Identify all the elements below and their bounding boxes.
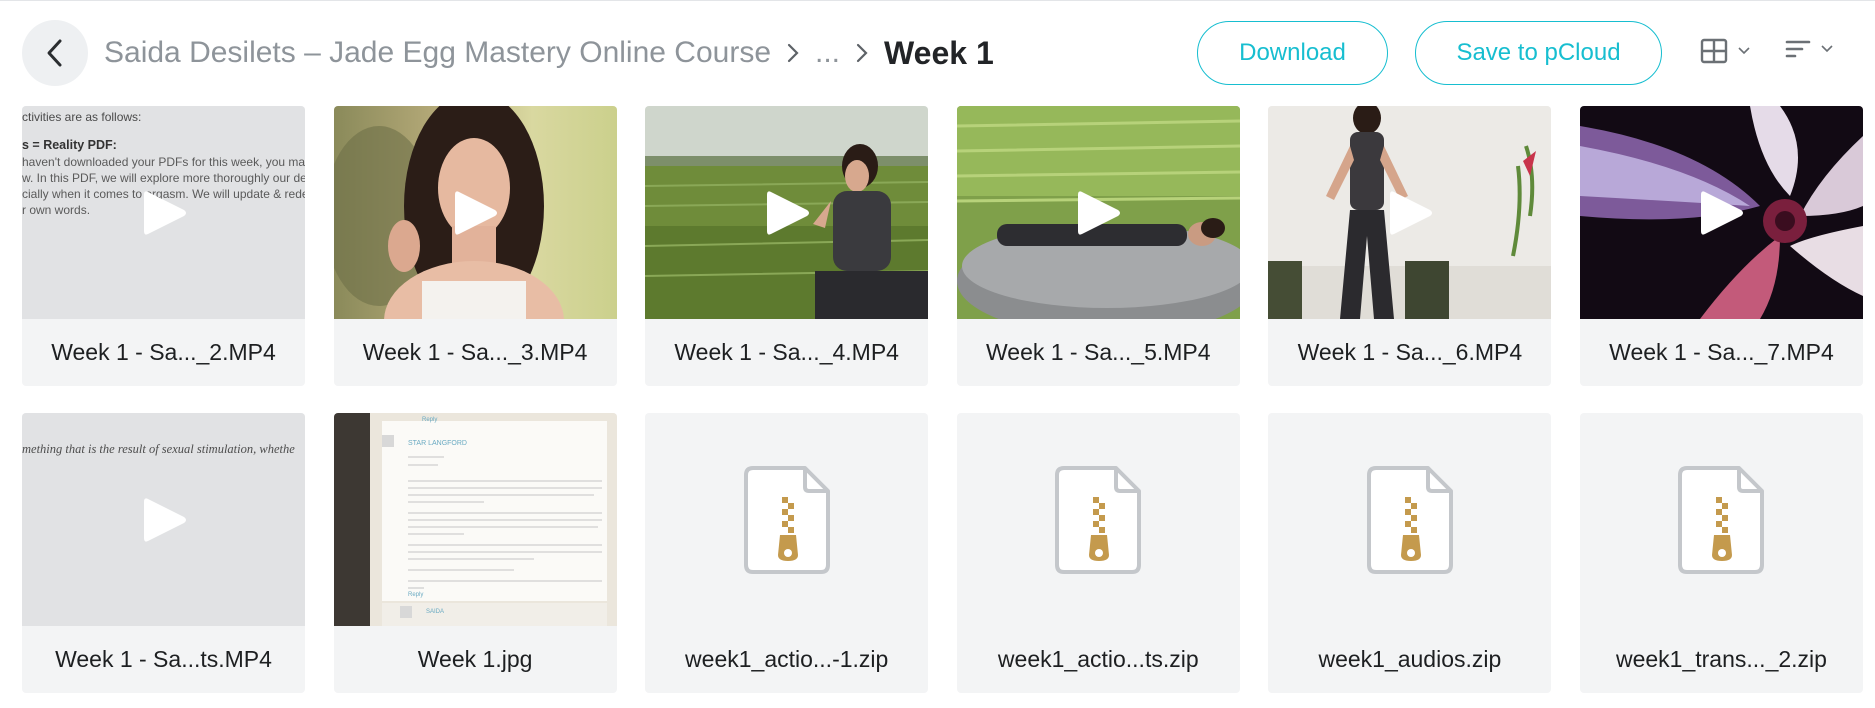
thumb-text: ctivities are as follows:	[22, 110, 141, 124]
file-name: Week 1 - Sa..._6.MP4	[1297, 339, 1523, 365]
thumb-text: haven't downloaded your PDFs for this we…	[22, 155, 305, 169]
chevron-down-icon	[1821, 45, 1833, 53]
grid-view-icon	[1700, 38, 1728, 64]
thumb-text: Reply	[422, 417, 437, 423]
save-to-pcloud-button[interactable]: Save to pCloud	[1415, 21, 1662, 85]
chevron-down-icon	[1738, 47, 1750, 55]
breadcrumb-root[interactable]: Saida Desilets – Jade Egg Mastery Online…	[104, 36, 771, 70]
play-icon	[143, 190, 186, 235]
play-icon	[766, 190, 809, 235]
play-icon	[143, 497, 186, 542]
file-card[interactable]: week1_actio...ts.zip	[956, 413, 1240, 693]
back-button[interactable]	[22, 20, 88, 86]
play-icon	[1078, 190, 1121, 235]
header-bar: Saida Desilets – Jade Egg Mastery Online…	[0, 0, 1875, 104]
video-thumbnail: mething that is the result of sexual sti…	[22, 413, 305, 626]
zip-file-icon	[645, 413, 928, 626]
file-card[interactable]: ctivities are as follows: s = Reality PD…	[22, 106, 305, 386]
file-card[interactable]: week1_trans..._2.zip	[1579, 413, 1863, 693]
file-grid: ctivities are as follows: s = Reality PD…	[22, 106, 1863, 693]
play-icon	[1701, 190, 1744, 235]
video-thumbnail	[645, 106, 929, 319]
zip-file-icon	[1268, 413, 1551, 626]
thumb-text: r own words.	[22, 203, 90, 217]
file-name: week1_actio...-1.zip	[685, 646, 889, 672]
file-name: week1_audios.zip	[1318, 646, 1502, 672]
breadcrumb-current: Week 1	[884, 34, 994, 71]
file-name: Week 1 - Sa..._2.MP4	[51, 339, 276, 365]
play-icon	[1389, 190, 1432, 235]
breadcrumb-ellipsis[interactable]: ...	[815, 36, 840, 70]
file-card[interactable]: Week 1 - Sa..._7.MP4	[1579, 106, 1863, 386]
video-thumbnail	[956, 106, 1240, 319]
file-card[interactable]: Week 1 - Sa..._5.MP4	[956, 106, 1240, 386]
breadcrumb: Saida Desilets – Jade Egg Mastery Online…	[104, 30, 994, 76]
file-card[interactable]: week1_actio...-1.zip	[645, 413, 929, 693]
video-thumbnail: ctivities are as follows: s = Reality PD…	[22, 106, 305, 319]
thumb-text: mething that is the result of sexual sti…	[22, 442, 295, 456]
file-name: Week 1 - Sa..._4.MP4	[674, 339, 899, 365]
file-card[interactable]: week1_audios.zip	[1268, 413, 1552, 693]
file-name: Week 1 - Sa..._7.MP4	[1609, 339, 1834, 365]
file-card[interactable]: Week 1 - Sa..._6.MP4	[1268, 106, 1552, 386]
file-name: Week 1 - Sa..._5.MP4	[985, 339, 1211, 365]
thumb-text: SAIDA	[426, 609, 444, 615]
zip-file-icon	[957, 413, 1240, 626]
sort-toggle[interactable]	[1785, 38, 1833, 60]
video-thumbnail	[1268, 106, 1552, 319]
chevron-right-icon	[856, 43, 868, 63]
file-name: Week 1 - Sa...ts.MP4	[55, 646, 272, 672]
file-name: week1_actio...ts.zip	[997, 646, 1199, 672]
file-name: week1_trans..._2.zip	[1615, 646, 1827, 672]
thumb-text: s = Reality PDF:	[22, 138, 117, 152]
file-card[interactable]: mething that is the result of sexual sti…	[22, 413, 305, 693]
video-thumbnail	[1579, 106, 1863, 319]
view-mode-toggle[interactable]	[1700, 38, 1750, 64]
image-thumbnail: Reply STAR LANGFORD Reply SAIDA	[333, 413, 617, 626]
play-icon	[455, 190, 498, 235]
file-card[interactable]: Week 1 - Sa..._3.MP4	[333, 106, 617, 386]
file-name: Week 1.jpg	[417, 646, 533, 672]
chevron-right-icon	[787, 43, 799, 63]
file-name: Week 1 - Sa..._3.MP4	[362, 339, 588, 365]
sort-icon	[1785, 40, 1811, 58]
download-button[interactable]: Download	[1197, 21, 1388, 85]
video-thumbnail	[333, 106, 617, 319]
file-card[interactable]: Week 1 - Sa..._4.MP4	[645, 106, 929, 386]
file-card[interactable]: Reply STAR LANGFORD Reply SAIDA Week 1.j…	[333, 413, 617, 693]
thumb-text: STAR LANGFORD	[408, 440, 467, 447]
chevron-left-icon	[47, 39, 62, 67]
thumb-text: w. In this PDF, we will explore more tho…	[22, 171, 305, 185]
thumb-text: Reply	[408, 592, 423, 598]
zip-file-icon	[1580, 413, 1863, 626]
